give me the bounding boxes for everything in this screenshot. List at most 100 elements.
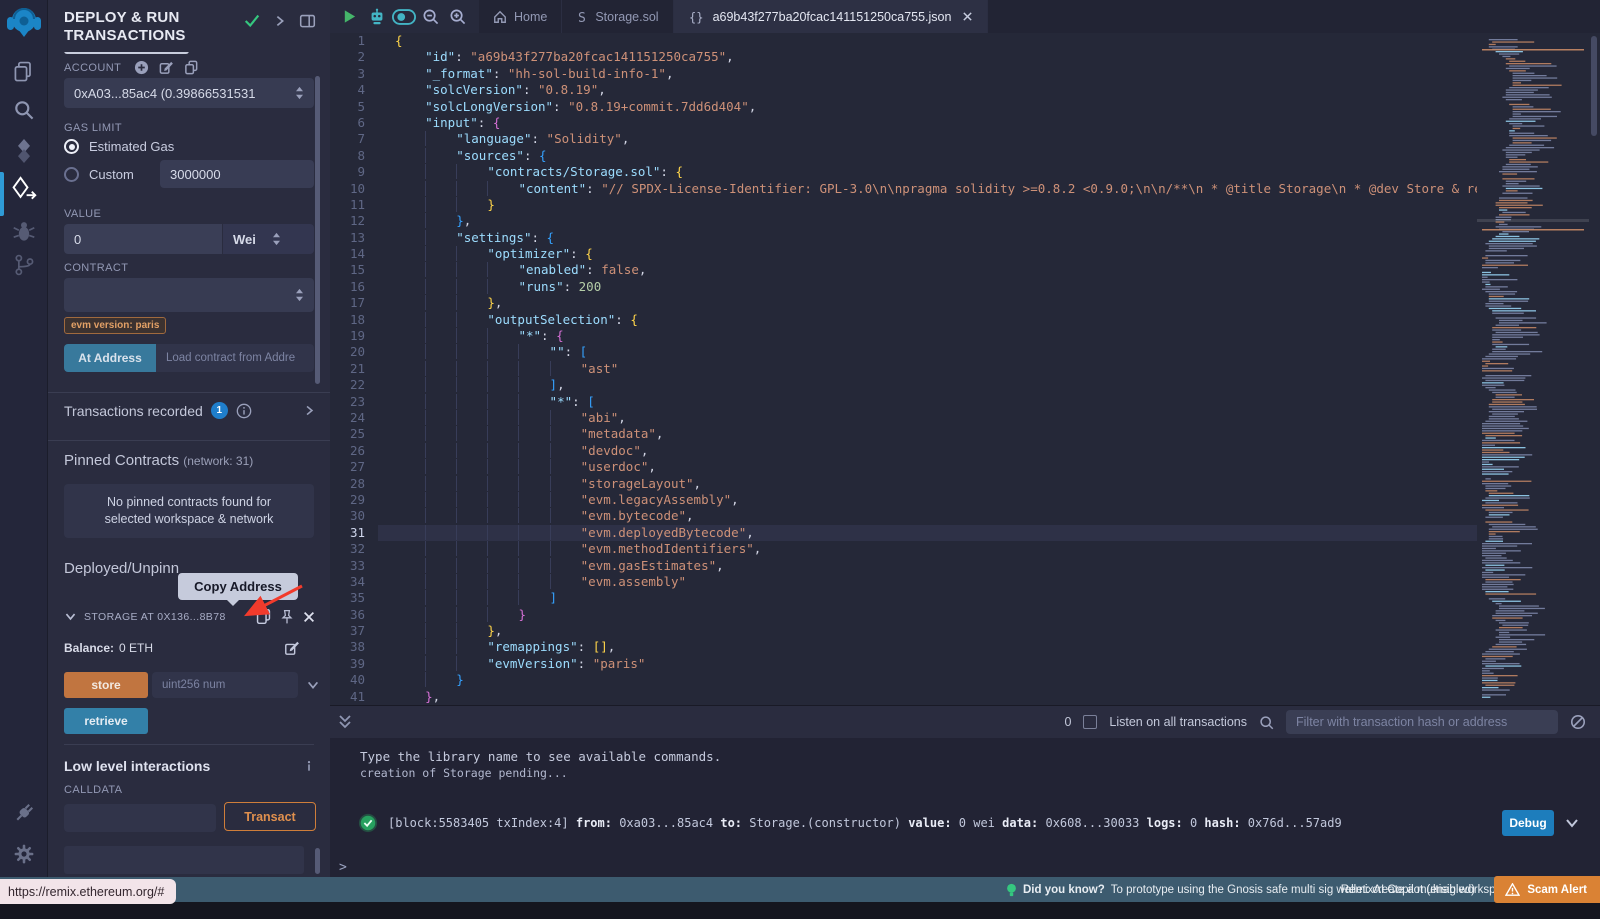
expand-log-icon[interactable] <box>1564 815 1580 831</box>
terminal-body[interactable]: Type the library name to see available c… <box>330 738 1600 875</box>
pin-panel-icon[interactable] <box>299 13 316 30</box>
search-icon[interactable] <box>0 98 48 122</box>
listen-checkbox[interactable] <box>1083 715 1097 729</box>
remix-logo[interactable] <box>0 5 48 41</box>
code-line[interactable]: "remappings": [], <box>378 639 1477 655</box>
code-line[interactable]: }, <box>378 623 1477 639</box>
store-button[interactable]: store <box>64 672 148 698</box>
debug-button[interactable]: Debug <box>1502 810 1554 836</box>
code-line[interactable]: "solcLongVersion": "0.8.19+commit.7dd6d4… <box>378 99 1477 115</box>
expand-transactions-icon[interactable] <box>303 404 316 417</box>
panel-bottom-input[interactable] <box>64 846 304 874</box>
copilot-status[interactable]: RemixAI Copilot (enabled) <box>1341 877 1475 902</box>
filter-input[interactable] <box>1286 710 1558 734</box>
minimap[interactable] <box>1477 33 1589 705</box>
code-line[interactable]: "sources": { <box>378 148 1477 164</box>
clear-filter-icon[interactable] <box>1570 714 1586 730</box>
code-line[interactable]: "evm.bytecode", <box>378 508 1477 524</box>
collapse-terminal-icon[interactable] <box>338 714 352 730</box>
debugger-bug-icon[interactable] <box>0 220 48 244</box>
chevron-down-icon[interactable] <box>64 610 77 623</box>
code-line[interactable]: "solcVersion": "0.8.19", <box>378 82 1477 98</box>
zoom-in-icon[interactable] <box>444 0 471 33</box>
tab-home[interactable]: Home <box>479 0 562 33</box>
contract-instance-header[interactable]: STORAGE AT 0X136...8B78 <box>64 608 316 625</box>
copy-account-icon[interactable] <box>184 60 199 75</box>
editor-scrollbar-thumb[interactable] <box>1591 36 1597 136</box>
close-tab-icon[interactable] <box>962 11 973 22</box>
code-editor[interactable]: 1234567891011121314151617181920212223242… <box>330 33 1600 705</box>
tab-json-active[interactable]: {} a69b43f277ba20fcac141151250ca755.json <box>674 0 989 33</box>
code-line[interactable]: }, <box>378 295 1477 311</box>
plugin-manager-icon[interactable] <box>0 800 48 826</box>
code-line[interactable]: } <box>378 197 1477 213</box>
panel-scrollbar-thumb[interactable] <box>315 76 320 384</box>
code-line[interactable]: "*": [ <box>378 394 1477 410</box>
toggle-icon[interactable] <box>390 0 417 33</box>
code-line[interactable]: ] <box>378 590 1477 606</box>
at-address-input[interactable] <box>156 344 314 372</box>
store-arg-input[interactable] <box>152 672 298 698</box>
code-line[interactable]: "contracts/Storage.sol": { <box>378 164 1477 180</box>
code-line[interactable]: "id": "a69b43f277ba20fcac141151250ca755"… <box>378 49 1477 65</box>
edit-balance-icon[interactable] <box>284 640 300 656</box>
code-line[interactable]: "enabled": false, <box>378 262 1477 278</box>
pin-contract-icon[interactable] <box>279 609 295 625</box>
code-line[interactable]: { <box>378 33 1477 49</box>
panel-scrollbar-thumb[interactable] <box>315 848 320 874</box>
code-line[interactable]: "": [ <box>378 344 1477 360</box>
file-explorer-icon[interactable] <box>0 60 48 84</box>
code-line[interactable]: "evmVersion": "paris" <box>378 656 1477 672</box>
close-instance-icon[interactable] <box>302 610 316 624</box>
code-line[interactable]: "evm.assembly" <box>378 574 1477 590</box>
scam-alert-button[interactable]: Scam Alert <box>1494 876 1600 903</box>
code-line[interactable]: "evm.methodIdentifiers", <box>378 541 1477 557</box>
code-content[interactable]: { "id": "a69b43f277ba20fcac141151250ca75… <box>378 33 1477 705</box>
account-select[interactable]: 0xA03...85ac4 (0.39866531531 <box>64 78 314 108</box>
calldata-input[interactable] <box>64 804 216 832</box>
code-line[interactable]: "runs": 200 <box>378 279 1477 295</box>
solidity-compiler-icon[interactable] <box>0 138 48 164</box>
code-line[interactable]: "evm.gasEstimates", <box>378 558 1477 574</box>
remixai-robot-icon[interactable] <box>363 0 390 33</box>
run-script-icon[interactable] <box>336 0 363 33</box>
estimated-gas-radio[interactable]: Estimated Gas <box>64 139 174 154</box>
tab-storage-sol[interactable]: S Storage.sol <box>562 0 673 33</box>
chevron-right-icon[interactable] <box>273 14 287 28</box>
code-line[interactable]: } <box>378 672 1477 688</box>
copy-address-icon[interactable] <box>255 608 272 625</box>
retrieve-button[interactable]: retrieve <box>64 708 148 734</box>
sign-message-icon[interactable] <box>159 60 174 75</box>
code-line[interactable]: "evm.legacyAssembly", <box>378 492 1477 508</box>
deploy-run-icon[interactable] <box>0 176 48 204</box>
low-level-info-icon[interactable] <box>302 759 316 773</box>
code-line[interactable]: }, <box>378 689 1477 705</box>
gas-limit-input[interactable] <box>160 160 314 188</box>
custom-gas-radio[interactable]: Custom <box>64 167 134 182</box>
value-unit-select[interactable]: Wei <box>223 224 314 254</box>
value-input[interactable] <box>64 224 222 254</box>
code-line[interactable]: "language": "Solidity", <box>378 131 1477 147</box>
code-line[interactable]: "_format": "hh-sol-build-info-1", <box>378 66 1477 82</box>
git-branch-icon[interactable] <box>0 252 48 278</box>
code-line[interactable]: }, <box>378 213 1477 229</box>
expand-store-icon[interactable] <box>306 678 320 692</box>
contract-select[interactable] <box>64 278 314 312</box>
code-line[interactable]: "settings": { <box>378 230 1477 246</box>
code-line[interactable]: } <box>378 607 1477 623</box>
code-line[interactable]: "*": { <box>378 328 1477 344</box>
code-line[interactable]: "ast" <box>378 361 1477 377</box>
code-line[interactable]: "content": "// SPDX-License-Identifier: … <box>378 181 1477 197</box>
at-address-button[interactable]: At Address <box>64 344 156 372</box>
code-line[interactable]: "abi", <box>378 410 1477 426</box>
code-line[interactable]: "userdoc", <box>378 459 1477 475</box>
settings-gear-icon[interactable] <box>0 842 48 866</box>
zoom-out-icon[interactable] <box>417 0 444 33</box>
code-line[interactable]: "metadata", <box>378 426 1477 442</box>
transact-button[interactable]: Transact <box>224 802 316 831</box>
code-line[interactable]: "devdoc", <box>378 443 1477 459</box>
transaction-log-row[interactable]: [block:5583405 txIndex:4] from: 0xa03...… <box>330 808 1600 838</box>
code-line[interactable]: "input": { <box>378 115 1477 131</box>
code-line[interactable]: "optimizer": { <box>378 246 1477 262</box>
code-line[interactable]: "outputSelection": { <box>378 312 1477 328</box>
